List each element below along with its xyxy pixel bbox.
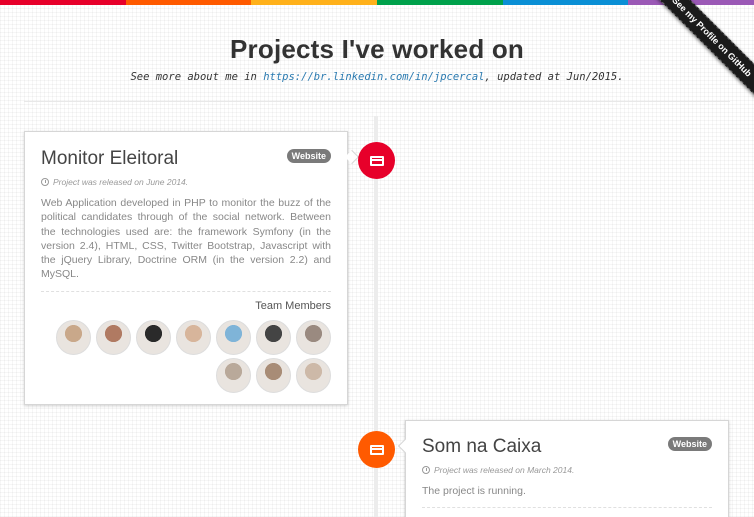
team-member-avatar[interactable] — [96, 319, 131, 355]
linkedin-link[interactable]: https://br.linkedin.com/in/jpcercal — [263, 71, 484, 83]
timeline-node — [358, 142, 395, 179]
project-release-text: Project was released on March 2014. — [434, 465, 575, 475]
color-bar-segment — [502, 0, 629, 5]
credit-card-icon — [369, 444, 384, 455]
project-type-badge: Website — [286, 149, 331, 163]
project-card: Som na Caixa Website Project was release… — [405, 420, 729, 517]
top-color-bar — [0, 0, 754, 5]
card-separator — [422, 507, 712, 509]
subtitle-suffix: , updated at Jun/2015. — [484, 71, 624, 83]
team-member-avatar[interactable] — [216, 319, 251, 355]
page-subtitle: See more about me in https://br.linkedin… — [0, 71, 754, 83]
team-member-avatar[interactable] — [256, 357, 291, 393]
team-member-avatar[interactable] — [176, 319, 211, 355]
project-release: Project was released on June 2014. — [41, 177, 331, 187]
team-member-avatar[interactable] — [216, 357, 251, 393]
color-bar-segment — [377, 0, 503, 5]
project-type-badge: Website — [667, 437, 712, 451]
team-avatars — [41, 319, 331, 393]
team-member-avatar[interactable] — [136, 319, 171, 355]
header-divider — [24, 101, 730, 102]
clock-icon — [41, 178, 49, 186]
team-member-avatar[interactable] — [296, 357, 331, 393]
color-bar-segment — [251, 0, 378, 5]
team-member-avatar[interactable] — [296, 319, 331, 355]
page-header: Projects I've worked on See more about m… — [0, 34, 754, 83]
credit-card-icon — [369, 155, 384, 166]
clock-icon — [422, 466, 430, 474]
card-separator — [41, 290, 331, 292]
project-description: Web Application developed in PHP to moni… — [41, 197, 331, 281]
team-member-avatar[interactable] — [56, 319, 91, 355]
color-bar-segment — [125, 0, 252, 5]
project-release: Project was released on March 2014. — [422, 465, 712, 475]
team-members-label: Team Members — [255, 299, 331, 312]
team-member-avatar[interactable] — [256, 319, 291, 355]
project-card: Monitor Eleitoral Website Project was re… — [24, 131, 348, 405]
page-title: Projects I've worked on — [230, 34, 524, 64]
project-description: The project is running. — [422, 485, 526, 497]
subtitle-prefix: See more about me in — [130, 71, 264, 83]
timeline-node — [358, 431, 395, 468]
project-release-text: Project was released on June 2014. — [53, 177, 189, 187]
color-bar-segment — [0, 0, 126, 5]
